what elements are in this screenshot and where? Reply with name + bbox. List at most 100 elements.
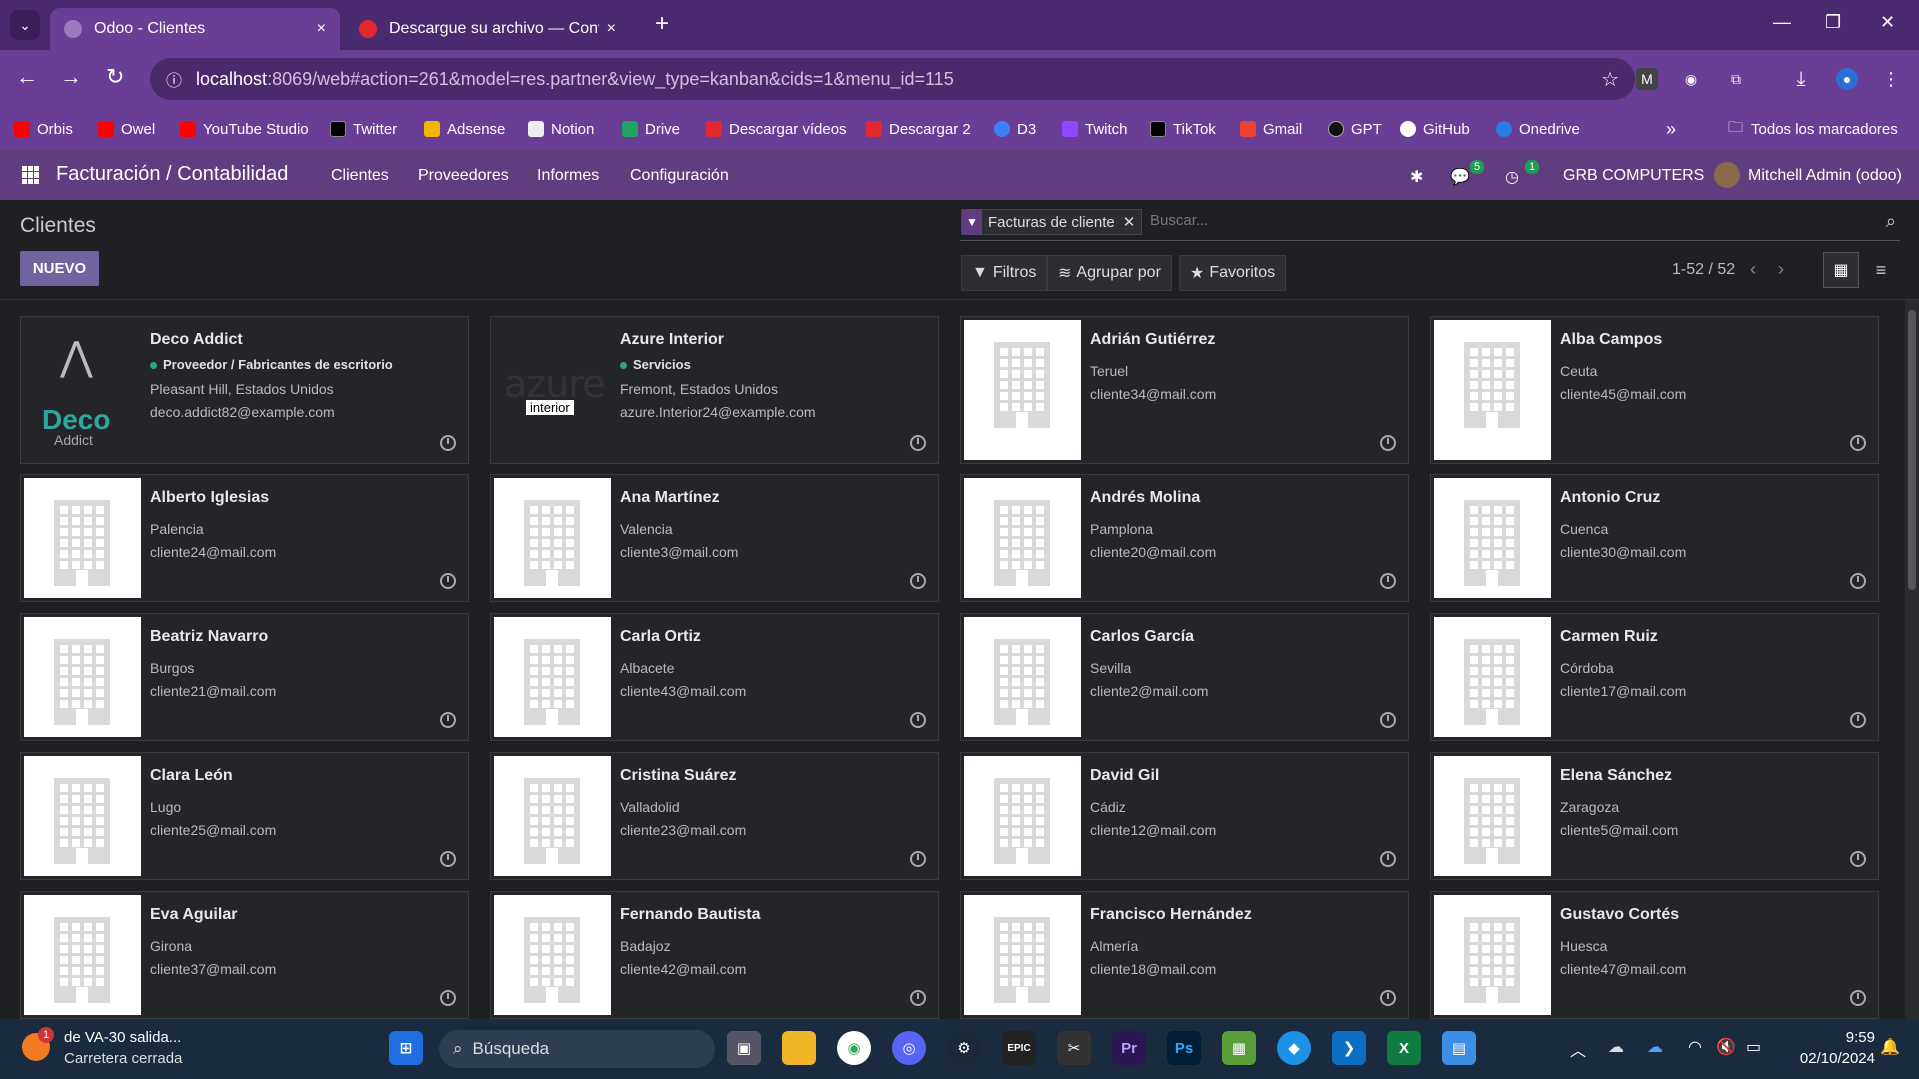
bookmark-gpt[interactable]: GPT <box>1328 116 1382 142</box>
list-view-icon[interactable]: ≡ <box>1863 252 1899 288</box>
download-icon[interactable]: ⤓ <box>1790 68 1812 90</box>
activity-clock-icon[interactable] <box>440 990 456 1006</box>
filters-button[interactable]: ▼ Filtros <box>961 255 1048 291</box>
partner-card[interactable]: Carmen Ruiz Córdoba cliente17@mail.com <box>1430 613 1879 741</box>
steam-icon[interactable]: ⚙ <box>947 1031 981 1065</box>
volume-muted-icon[interactable]: 🔇 <box>1716 1037 1736 1057</box>
bookmark-d3[interactable]: D3 <box>994 116 1036 142</box>
search-icon[interactable]: ⌕ <box>1886 211 1896 232</box>
activity-clock-icon[interactable] <box>1380 573 1396 589</box>
epic-games-icon[interactable]: EPIC <box>1002 1031 1036 1065</box>
company-switcher[interactable]: GRB COMPUTERS <box>1563 167 1704 185</box>
bookmark-github[interactable]: GitHub <box>1400 116 1470 142</box>
task-view-icon[interactable]: ▣ <box>727 1031 761 1065</box>
extension-m-icon[interactable]: M <box>1636 68 1658 90</box>
bookmark-star-icon[interactable]: ☆ <box>1601 67 1619 92</box>
weather-title[interactable]: de VA-30 salida... <box>64 1029 181 1046</box>
bookmark-owel[interactable]: Owel <box>98 116 155 142</box>
extensions-puzzle-icon[interactable]: ⧉ <box>1725 68 1747 90</box>
partner-card[interactable]: Andrés Molina Pamplona cliente20@mail.com <box>960 474 1409 602</box>
restore-icon[interactable]: ❐ <box>1825 12 1841 33</box>
bookmark-drive[interactable]: Drive <box>622 116 680 142</box>
more-bookmarks-button[interactable]: » <box>1666 116 1676 142</box>
tab-odoo-clientes[interactable]: Odoo - Clientes × <box>50 8 340 50</box>
bookmark-twitter[interactable]: Twitter <box>330 116 397 142</box>
activity-clock-icon[interactable] <box>910 573 926 589</box>
photoshop-icon[interactable]: Ps <box>1167 1031 1201 1065</box>
user-menu[interactable]: Mitchell Admin (odoo) <box>1748 167 1902 185</box>
close-tab-icon[interactable]: × <box>607 20 616 38</box>
notifications-bell-icon[interactable]: 🔔 <box>1880 1037 1900 1057</box>
tab-search-icon[interactable]: ⌄ <box>10 10 40 40</box>
new-button[interactable]: NUEVO <box>20 251 99 286</box>
bookmark-twitch[interactable]: Twitch <box>1062 116 1128 142</box>
address-bar[interactable]: ⓘ localhost:8069/web#action=261&model=re… <box>150 58 1635 100</box>
activity-clock-icon[interactable] <box>1850 573 1866 589</box>
browser-menu-icon[interactable]: ⋮ <box>1880 68 1902 90</box>
pager-prev-icon[interactable]: ‹ <box>1750 259 1756 280</box>
tab-descargue[interactable]: Descargue su archivo — Conve × <box>345 8 630 50</box>
activity-clock-icon[interactable] <box>440 712 456 728</box>
activity-clock-icon[interactable] <box>910 851 926 867</box>
bookmark-descargar-videos[interactable]: Descargar vídeos <box>706 116 847 142</box>
menu-informes[interactable]: Informes <box>537 167 599 185</box>
activity-clock-icon[interactable] <box>1850 435 1866 451</box>
group-by-button[interactable]: ≋ Agrupar por <box>1047 255 1172 291</box>
bookmark-gmail[interactable]: Gmail <box>1240 116 1302 142</box>
minimize-icon[interactable]: — <box>1773 12 1791 33</box>
file-explorer-icon[interactable] <box>782 1031 816 1065</box>
user-avatar[interactable] <box>1714 162 1740 188</box>
all-bookmarks[interactable]: 🗀 Todos los marcadores <box>1728 116 1898 142</box>
chrome-icon[interactable]: ◉ <box>837 1031 871 1065</box>
clock-time[interactable]: 9:59 <box>1795 1029 1875 1046</box>
clock-date[interactable]: 02/10/2024 <box>1785 1050 1875 1067</box>
windows-start-icon[interactable]: ⊞ <box>389 1031 423 1065</box>
forward-icon[interactable]: → <box>60 64 82 90</box>
partner-card[interactable]: Alberto Iglesias Palencia cliente24@mail.c… <box>20 474 469 602</box>
messages-icon[interactable]: 💬 <box>1450 167 1470 187</box>
partner-card[interactable]: Carlos García Sevilla cliente2@mail.com <box>960 613 1409 741</box>
vscode-icon[interactable]: ❯ <box>1332 1031 1366 1065</box>
activities-clock-icon[interactable]: ◷ <box>1505 167 1519 187</box>
close-tab-icon[interactable]: × <box>317 20 326 38</box>
activity-clock-icon[interactable] <box>440 435 456 451</box>
activity-clock-icon[interactable] <box>910 435 926 451</box>
search-input[interactable]: Buscar... <box>1150 212 1208 229</box>
bookmark-descargar-2[interactable]: Descargar 2 <box>866 116 971 142</box>
bookmark-adsense[interactable]: Adsense <box>424 116 505 142</box>
reload-icon[interactable]: ↻ <box>106 64 124 90</box>
kanban-view-icon[interactable]: ▦ <box>1823 252 1859 288</box>
partner-card[interactable]: Adrián Gutiérrez Teruel cliente34@mail.com <box>960 316 1409 464</box>
partner-card[interactable]: Fernando Bautista Badajoz cliente42@mail.c… <box>490 891 939 1019</box>
menu-proveedores[interactable]: Proveedores <box>418 167 509 185</box>
partner-card[interactable]: Alba Campos Ceuta cliente45@mail.com <box>1430 316 1879 464</box>
bookmark-orbis[interactable]: Orbis <box>14 116 73 142</box>
activity-clock-icon[interactable] <box>1380 851 1396 867</box>
premiere-icon[interactable]: Pr <box>1112 1031 1146 1065</box>
partner-card[interactable]: Elena Sánchez Zaragoza cliente5@mail.com <box>1430 752 1879 880</box>
onedrive-tray-icon[interactable]: ☁ <box>1647 1037 1663 1057</box>
docker-icon[interactable]: ◆ <box>1277 1031 1311 1065</box>
snipping-tool-icon[interactable]: ✂ <box>1057 1031 1091 1065</box>
activity-clock-icon[interactable] <box>440 573 456 589</box>
scrollbar-thumb[interactable] <box>1908 310 1916 590</box>
discord-icon[interactable]: ◎ <box>892 1031 926 1065</box>
partner-card[interactable]: Beatriz Navarro Burgos cliente21@mail.com <box>20 613 469 741</box>
taskbar-search[interactable]: ⌕ Búsqueda <box>439 1030 715 1068</box>
activity-clock-icon[interactable] <box>1850 990 1866 1006</box>
partner-card[interactable]: Gustavo Cortés Huesca cliente47@mail.com <box>1430 891 1879 1019</box>
activity-clock-icon[interactable] <box>1850 712 1866 728</box>
extension-glasses-icon[interactable]: ◉ <box>1680 68 1702 90</box>
battery-icon[interactable]: ▭ <box>1746 1037 1761 1057</box>
onedrive-sync-icon[interactable]: ☁ <box>1608 1037 1624 1057</box>
partner-card[interactable]: David Gil Cádiz cliente12@mail.com <box>960 752 1409 880</box>
menu-clientes[interactable]: Clientes <box>331 167 389 185</box>
bookmark-youtube-studio[interactable]: YouTube Studio <box>180 116 309 142</box>
bookmark-tiktok[interactable]: TikTok <box>1150 116 1216 142</box>
pager-next-icon[interactable]: › <box>1778 259 1784 280</box>
partner-card[interactable]: ⋀ Deco Addict Deco Addict Proveedor / Fabric… <box>20 316 469 464</box>
close-window-icon[interactable]: ✕ <box>1880 12 1895 33</box>
back-icon[interactable]: ← <box>16 64 38 90</box>
new-tab-button[interactable]: + <box>655 10 669 38</box>
partner-card[interactable]: Ana Martínez Valencia cliente3@mail.com <box>490 474 939 602</box>
